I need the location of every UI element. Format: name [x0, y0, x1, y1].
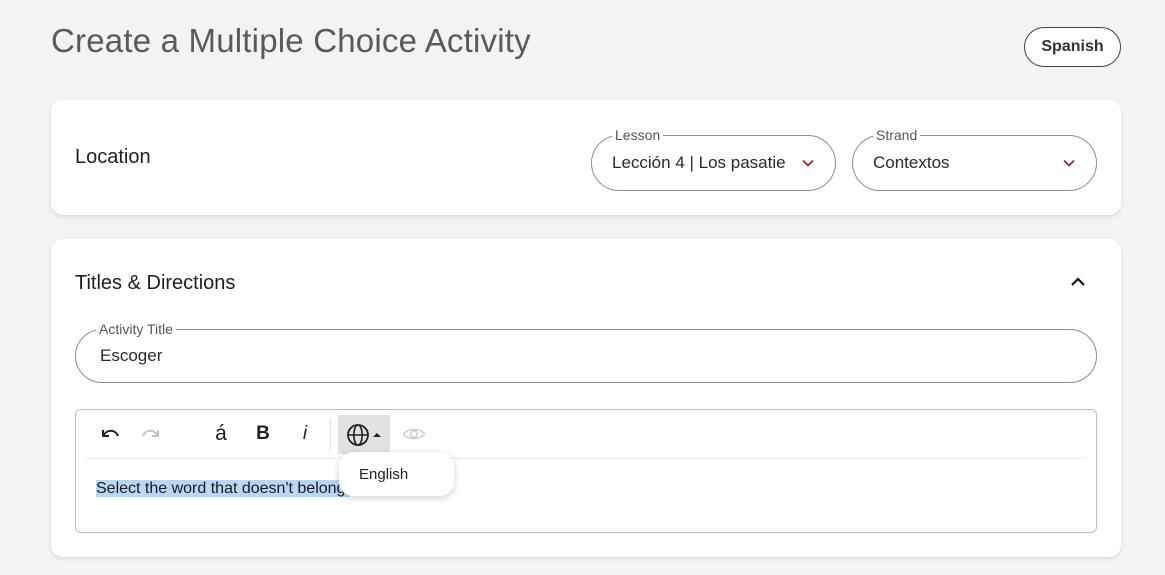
lesson-value: Lección 4 | Los pasatie [612, 153, 786, 172]
language-option-english[interactable]: English [359, 466, 408, 483]
location-heading: Location [75, 146, 151, 168]
italic-button[interactable]: i [290, 416, 320, 452]
eye-icon [398, 416, 430, 452]
titles-card: Titles & Directions Activity Title Escog… [51, 239, 1121, 557]
chevron-down-icon [1063, 159, 1075, 167]
caret-up-icon [373, 432, 381, 437]
undo-icon[interactable] [94, 416, 126, 452]
directions-editor[interactable]: á B i Select the word that doesn't belon… [75, 409, 1097, 533]
language-menu: English [339, 452, 454, 496]
location-card: Location Lesson Lección 4 | Los pasatie … [51, 100, 1121, 215]
lesson-select[interactable]: Lesson Lección 4 | Los pasatie [591, 127, 836, 191]
strand-value: Contextos [873, 153, 950, 172]
strand-select[interactable]: Strand Contextos [852, 127, 1097, 191]
toolbar-divider [330, 418, 331, 450]
redo-icon[interactable] [135, 416, 167, 452]
language-dropdown-button[interactable] [338, 415, 390, 454]
bold-button[interactable]: B [248, 416, 278, 452]
globe-icon [347, 423, 369, 446]
language-toggle-button[interactable]: Spanish [1024, 27, 1121, 67]
chevron-down-icon [802, 159, 814, 167]
chevron-up-icon[interactable] [1069, 275, 1087, 289]
selected-text[interactable]: Select the word that doesn't belong. [96, 480, 350, 497]
directions-text[interactable]: Select the word that doesn't belong. [96, 480, 350, 498]
accent-button[interactable]: á [206, 416, 236, 452]
page-title: Create a Multiple Choice Activity [51, 22, 531, 59]
titles-heading: Titles & Directions [75, 272, 236, 294]
activity-title-field[interactable]: Activity Title Escoger [75, 321, 1097, 383]
activity-title-input[interactable]: Escoger [100, 330, 162, 382]
toolbar-separator [86, 458, 1086, 459]
